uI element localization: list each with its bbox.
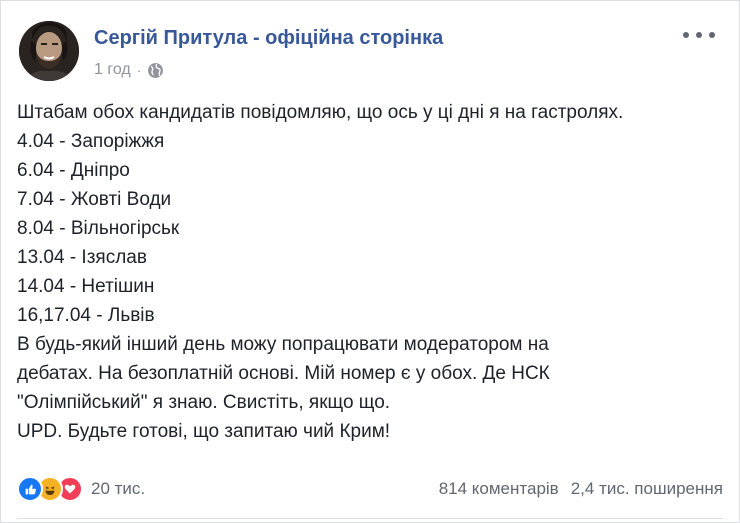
shares-count[interactable]: 2,4 тис. поширення bbox=[571, 479, 723, 499]
post-line: 8.04 - Вільногірськ bbox=[17, 218, 180, 239]
post-card: Сергій Притула - офіційна сторінка 1 год… bbox=[0, 0, 740, 523]
author-avatar[interactable] bbox=[19, 21, 79, 81]
post-line: 6.04 - Дніпро bbox=[17, 160, 130, 181]
post-footer: 20 тис. 814 коментарів 2,4 тис. поширенн… bbox=[17, 475, 723, 503]
post-line: Штабам обох кандидатів повідомляю, що ос… bbox=[17, 102, 624, 123]
post-line: дебатах. На безоплатній основі. Мій номе… bbox=[17, 363, 550, 384]
post-line: 14.04 - Нетішин bbox=[17, 276, 155, 297]
post-meta: 1 год · bbox=[94, 61, 164, 79]
post-line: 16,17.04 - Львів bbox=[17, 305, 155, 326]
more-options-icon[interactable] bbox=[683, 25, 715, 45]
post-time[interactable]: 1 год bbox=[94, 61, 131, 79]
post-line: 13.04 - Ізяслав bbox=[17, 247, 147, 268]
post-line: 4.04 - Запоріжжя bbox=[17, 131, 165, 152]
reaction-count[interactable]: 20 тис. bbox=[91, 479, 145, 499]
post-line: UPD. Будьте готові, що запитаю чий Крим! bbox=[17, 421, 391, 442]
avatar-photo bbox=[19, 21, 79, 81]
like-reaction-icon[interactable] bbox=[17, 476, 43, 502]
footer-divider bbox=[17, 518, 723, 519]
comments-count[interactable]: 814 коментарів bbox=[439, 479, 559, 499]
author-name[interactable]: Сергій Притула - офіційна сторінка bbox=[94, 27, 443, 50]
post-line: 7.04 - Жовті Води bbox=[17, 189, 172, 210]
globe-icon[interactable] bbox=[147, 62, 164, 79]
post-line: "Олімпійський" я знаю. Свистіть, якщо що… bbox=[17, 392, 391, 413]
reactions-summary[interactable] bbox=[17, 476, 83, 502]
post-text: Штабам обох кандидатів повідомляю, що ос… bbox=[17, 98, 729, 446]
post-line: В будь-який інший день можу попрацювати … bbox=[17, 334, 549, 355]
meta-separator: · bbox=[136, 62, 142, 78]
